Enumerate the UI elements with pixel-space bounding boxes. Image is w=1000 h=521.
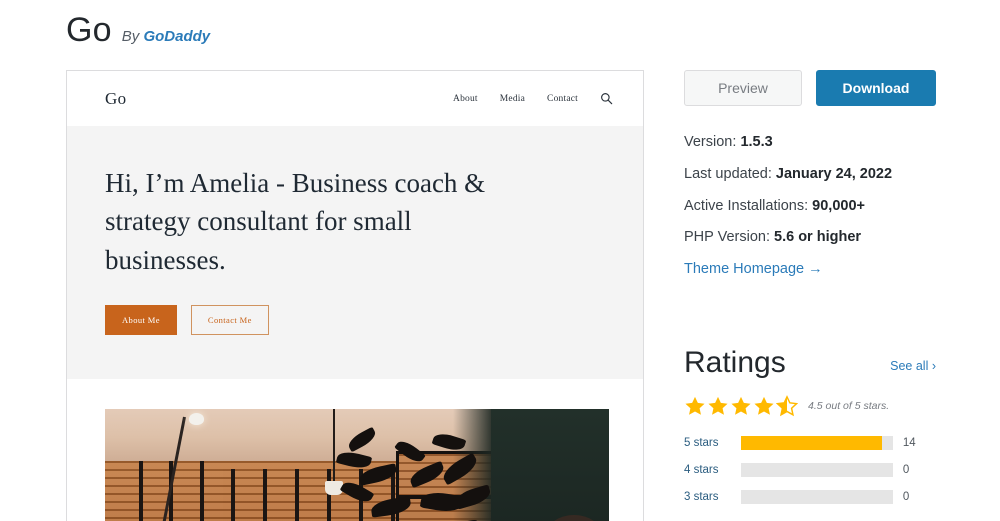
search-icon (600, 92, 613, 105)
preview-button[interactable]: Preview (684, 70, 802, 106)
rating-bar-count-3: 0 (902, 491, 910, 503)
theme-byline: By GoDaddy (122, 28, 210, 45)
photo-plant-silhouette (335, 426, 505, 521)
rating-bar-label-5[interactable]: 5 stars (684, 437, 741, 449)
detail-value-version: 1.5.3 (740, 134, 773, 150)
star-full-icon-4 (754, 396, 774, 415)
page-header: Go By GoDaddy (66, 11, 210, 49)
theme-author-link[interactable]: GoDaddy (143, 28, 210, 45)
download-button[interactable]: Download (816, 70, 936, 106)
see-all-ratings-link[interactable]: See all › (890, 359, 936, 381)
preview-contact-me-button: Contact Me (190, 304, 269, 335)
rating-bar-track-4 (740, 463, 893, 477)
photo-pendant-cord (333, 408, 335, 483)
rating-bar-row-4: 4 stars 0 (684, 460, 936, 480)
preview-hero-section: Hi, I’m Amelia - Business coach & strate… (67, 126, 643, 379)
preview-nav-item-about: About (453, 93, 478, 104)
preview-site-nav: Go About Media Contact (67, 71, 643, 126)
preview-hero-buttons: About Me Contact Me (105, 304, 605, 335)
average-rating-row: 4.5 out of 5 stars. (684, 395, 936, 417)
rating-bar-fill-5 (740, 436, 883, 450)
detail-label-active-installations: Active Installations: (684, 197, 809, 214)
photo-mullion-3 (200, 460, 204, 521)
detail-label-last-updated: Last updated: (684, 165, 772, 182)
ratings-title: Ratings (684, 346, 786, 379)
photo-mullion-6 (295, 468, 299, 521)
star-half-icon-5 (776, 395, 798, 417)
detail-row-version: Version: 1.5.3 (684, 132, 934, 154)
rating-bar-label-3[interactable]: 3 stars (684, 491, 741, 503)
preview-nav-item-media: Media (499, 93, 526, 104)
photo-lamp-head (189, 412, 204, 425)
theme-sidebar: Preview Download Version: 1.5.3 Last upd… (684, 70, 936, 278)
theme-action-buttons: Preview Download (684, 70, 936, 106)
detail-row-php-version: PHP Version: 5.6 or higher (684, 227, 934, 249)
preview-nav-item-contact: Contact (547, 93, 578, 104)
star-full-icon-2 (708, 396, 728, 415)
preview-hero-headline: Hi, I’m Amelia - Business coach & strate… (105, 168, 486, 275)
photo-mullion-4 (231, 468, 235, 521)
photo-dark-panel (453, 408, 609, 521)
rating-bar-track-5 (740, 436, 893, 450)
detail-value-active-installations: 90,000+ (812, 197, 865, 214)
preview-about-me-button: About Me (105, 304, 177, 335)
photo-mullion-1 (139, 460, 143, 521)
detail-value-last-updated: January 24, 2022 (775, 165, 893, 182)
photo-mullion-5 (263, 468, 267, 521)
detail-value-php-version: 5.6 or higher (774, 229, 862, 246)
rating-caption: 4.5 out of 5 stars. (808, 400, 890, 412)
rating-bar-count-5: 14 (902, 437, 916, 449)
ratings-section: Ratings See all › 4.5 out of 5 stars. 5 … (684, 345, 936, 514)
rating-bar-track-3 (740, 490, 893, 504)
detail-label-version: Version: (684, 134, 737, 150)
star-full-icon-1 (685, 396, 705, 415)
detail-label-php-version: PHP Version: (684, 229, 770, 246)
ratings-header: Ratings See all › (684, 345, 936, 381)
rating-bar-label-4[interactable]: 4 stars (684, 464, 741, 476)
detail-row-active-installations: Active Installations: 90,000+ (684, 196, 934, 218)
page-title: Go (66, 11, 112, 49)
byline-prefix: By (121, 28, 140, 45)
photo-mullion-7 (327, 468, 331, 521)
star-full-icon-3 (731, 396, 751, 415)
theme-screenshot-card[interactable]: Go About Media Contact Hi, I’m Amelia - … (66, 70, 644, 521)
theme-details-list: Version: 1.5.3 Last updated: January 24,… (684, 132, 934, 278)
rating-bar-row-3: 3 stars 0 (684, 487, 936, 507)
preview-nav-menu: About Media Contact (453, 92, 613, 105)
star-rating (684, 395, 798, 417)
preview-site-logo: Go (105, 88, 127, 108)
preview-interior-photo (105, 408, 609, 521)
rating-bar-row-5: 5 stars 14 (684, 433, 936, 453)
preview-photo-wrapper (67, 378, 643, 521)
theme-homepage-link[interactable]: Theme Homepage → (684, 261, 823, 277)
ratings-breakdown: 5 stars 14 4 stars 0 3 stars 0 (684, 433, 936, 507)
detail-row-last-updated: Last updated: January 24, 2022 (684, 164, 934, 186)
rating-bar-count-4: 0 (902, 464, 910, 476)
